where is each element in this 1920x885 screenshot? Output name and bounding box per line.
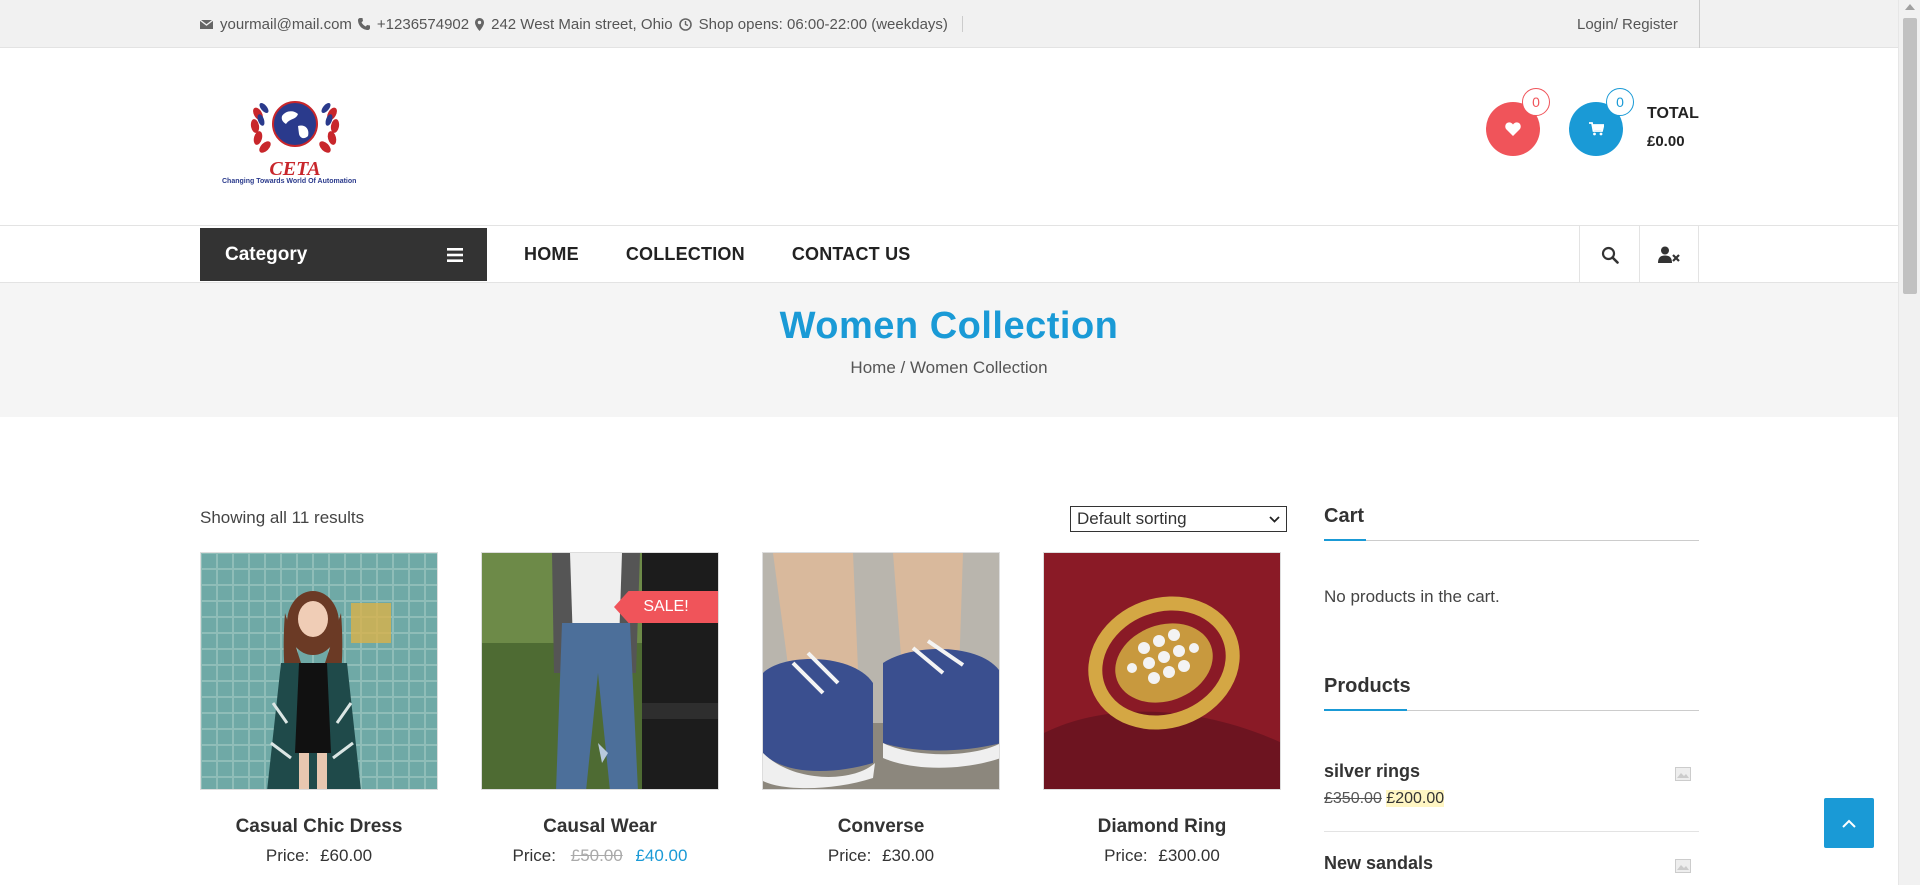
scroll-up-arrow[interactable] — [1905, 4, 1915, 10]
hours-text: Shop opens: 06:00-22:00 (weekdays) — [698, 15, 948, 33]
title-underline — [1324, 539, 1366, 541]
product-price: Price: £50.00 £40.00 — [481, 846, 719, 866]
products-widget-title-text: Products — [1324, 675, 1411, 697]
cart-widget: Cart — [1324, 505, 1699, 541]
divider — [961, 16, 963, 32]
heart-icon — [1505, 122, 1521, 136]
shopping-cart-icon — [1588, 122, 1604, 136]
divider — [1699, 0, 1700, 48]
sidebar-product-name[interactable]: silver rings — [1324, 761, 1699, 782]
page: yourmail@mail.com +1236574902 242 West M… — [0, 0, 1920, 885]
envelope-icon — [200, 18, 213, 29]
nav-icons — [1579, 226, 1699, 283]
price-value: £60.00 — [320, 846, 373, 865]
product-price: Price: £60.00 — [200, 846, 438, 866]
logo-caption: Changing Towards World Of Automation — [222, 178, 357, 185]
nav-collection[interactable]: COLLECTION — [626, 244, 745, 265]
image-placeholder-icon — [1675, 767, 1691, 781]
page-title-band: Women Collection Home / Women Collection — [0, 283, 1898, 417]
map-marker-icon — [475, 17, 485, 31]
product-name[interactable]: Diamond Ring — [1043, 816, 1281, 838]
page-scrollbar[interactable] — [1898, 0, 1920, 885]
product-image[interactable] — [1043, 552, 1281, 790]
site-header: CETA Changing Towards World Of Automatio… — [0, 48, 1898, 226]
price-label: Price: — [827, 846, 872, 865]
cart-widget-title-text: Cart — [1324, 505, 1365, 527]
empty-cart-message: No products in the cart. — [1324, 587, 1500, 606]
contact-info: yourmail@mail.com +1236574902 242 West M… — [200, 0, 963, 48]
cart-widget-title: Cart — [1324, 505, 1699, 541]
phone-icon — [357, 18, 370, 30]
products-widget-title: Products — [1324, 675, 1699, 711]
chevron-down-icon — [1269, 515, 1280, 523]
cart-count-badge: 0 — [1606, 88, 1634, 116]
category-label: Category — [225, 243, 308, 265]
email-text: yourmail@mail.com — [220, 15, 352, 33]
price-label: Price: — [1104, 846, 1148, 865]
sidebar-product-price: £350.00 £200.00 — [1324, 790, 1699, 808]
old-price: £50.00 — [570, 846, 623, 865]
chevron-up-icon — [1842, 819, 1856, 828]
sale-badge: SALE! — [614, 591, 718, 623]
phone-text: +1236574902 — [376, 15, 470, 33]
sorting-value: Default sorting — [1077, 509, 1187, 528]
clock-icon — [678, 17, 692, 31]
product-image[interactable]: SALE! — [481, 552, 719, 790]
hours-item: Shop opens: 06:00-22:00 (weekdays) — [678, 15, 948, 33]
sidebar-product-item[interactable]: silver rings £350.00 £200.00 — [1324, 761, 1699, 808]
address-text: 242 West Main street, Ohio — [491, 15, 673, 33]
price-label: Price: — [265, 846, 310, 865]
search-button[interactable] — [1579, 226, 1639, 283]
divider — [1324, 831, 1699, 832]
wishlist-count-badge: 0 — [1522, 88, 1550, 116]
image-placeholder-icon — [1675, 859, 1691, 873]
old-price: £350.00 — [1324, 790, 1382, 807]
product-name[interactable]: Casual Chic Dress — [200, 816, 438, 838]
menu-links: HOME COLLECTION CONTACT US — [524, 226, 957, 283]
account-button[interactable] — [1639, 226, 1699, 283]
product-card[interactable]: Casual Chic Dress Price: £60.00 — [200, 552, 438, 866]
logo-text: CETA — [269, 158, 320, 180]
product-card[interactable]: Converse Price: £30.00 — [762, 552, 1000, 866]
back-to-top-button[interactable] — [1824, 798, 1874, 848]
nav-contact-us[interactable]: CONTACT US — [792, 244, 911, 265]
address-item: 242 West Main street, Ohio — [475, 15, 673, 33]
page-title: Women Collection — [779, 305, 1119, 347]
product-image[interactable] — [200, 552, 438, 790]
title-underline — [1324, 709, 1407, 711]
product-card[interactable]: Diamond Ring Price: £300.00 — [1043, 552, 1281, 866]
product-image[interactable] — [762, 552, 1000, 790]
email-item[interactable]: yourmail@mail.com — [200, 16, 352, 33]
sorting-select[interactable]: Default sorting — [1070, 506, 1287, 532]
category-menu-button[interactable]: Category — [200, 228, 487, 281]
user-times-icon — [1658, 246, 1680, 263]
result-count: Showing all 11 results — [200, 508, 365, 527]
product-name[interactable]: Causal Wear — [481, 816, 719, 838]
phone-item[interactable]: +1236574902 — [357, 15, 470, 33]
search-icon — [1601, 246, 1619, 264]
main-navigation: Category HOME COLLECTION CONTACT US — [0, 226, 1898, 283]
scroll-thumb[interactable] — [1903, 18, 1917, 294]
sale-price: £40.00 — [635, 846, 688, 865]
products-widget: Products — [1324, 675, 1699, 711]
price-value: £30.00 — [882, 846, 935, 865]
bars-icon — [447, 247, 463, 262]
product-price: Price: £300.00 — [1043, 846, 1281, 866]
login-register-link[interactable]: Login/ Register — [1577, 0, 1678, 48]
price-label: Price: — [512, 846, 556, 865]
cart-total-label: TOTAL — [1647, 105, 1699, 122]
sidebar-product-item[interactable]: New sandals — [1324, 853, 1699, 874]
price-value: £300.00 — [1158, 846, 1220, 865]
product-price: Price: £30.00 — [762, 846, 1000, 866]
product-name[interactable]: Converse — [762, 816, 1000, 838]
sale-price: £200.00 — [1386, 790, 1445, 807]
sidebar-product-name[interactable]: New sandals — [1324, 853, 1699, 874]
product-card[interactable]: SALE! Causal Wear Price: £50.00 £40.00 — [481, 552, 719, 866]
top-bar: yourmail@mail.com +1236574902 242 West M… — [0, 0, 1898, 48]
breadcrumb: Home / Women Collection — [850, 358, 1048, 377]
cart-total-value: £0.00 — [1647, 133, 1685, 150]
nav-home[interactable]: HOME — [524, 244, 579, 265]
